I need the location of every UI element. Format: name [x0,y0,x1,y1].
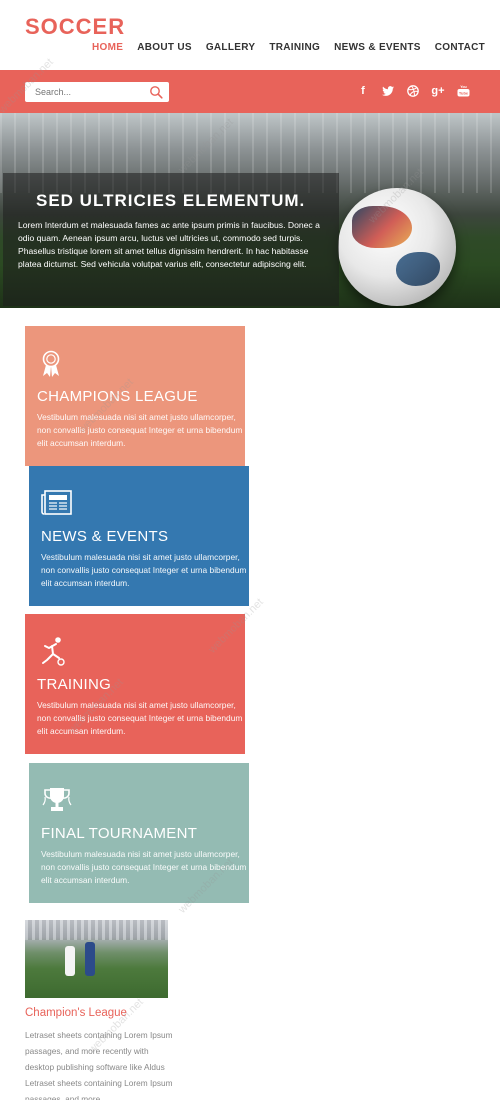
nav-training[interactable]: TRAINING [269,42,320,53]
nav-news-events[interactable]: NEWS & EVENTS [334,42,421,53]
facebook-icon[interactable]: f [356,84,370,98]
nav-about-us[interactable]: ABOUT US [137,42,192,53]
tile-title: FINAL TOURNAMENT [41,825,198,842]
search-icon[interactable] [149,85,163,99]
nav-home[interactable]: HOME [92,42,123,53]
soccer-ball-image [338,188,456,306]
tile-text: Vestibulum malesuada nisi sit amet justo… [41,552,247,588]
crowd-image [25,920,168,940]
tile-title: NEWS & EVENTS [41,528,169,545]
hero-text: Lorem Interdum et malesuada fames ac ant… [18,220,320,269]
google-plus-icon[interactable]: g+ [431,84,445,98]
tile-training[interactable]: TRAINING Vestibulum malesuada nisi sit a… [25,614,245,754]
tile-text: Vestibulum malesuada nisi sit amet justo… [37,700,243,736]
site-logo[interactable]: SOCCER [25,14,125,40]
svg-text:Tube: Tube [458,90,468,95]
tile-title: CHAMPIONS LEAGUE [37,388,198,405]
player-figure [65,946,75,976]
hero-title: SED ULTRICIES ELEMENTUM. [36,191,306,210]
nav-contact[interactable]: CONTACT [435,42,485,53]
article-thumbnail[interactable] [25,920,168,998]
tile-title: TRAINING [37,676,112,693]
player-kick-icon [42,637,65,666]
svg-text:You: You [460,85,467,89]
search-input[interactable] [25,87,145,97]
header: SOCCER HOME ABOUT US GALLERY TRAINING NE… [0,0,500,70]
tile-news-events[interactable]: NEWS & EVENTS Vestibulum malesuada nisi … [29,466,249,606]
article-text: Letraset sheets containing Lorem Ipsum p… [25,1030,173,1100]
main-nav: HOME ABOUT US GALLERY TRAINING NEWS & EV… [92,42,499,53]
search-box [25,82,169,102]
tile-final-tournament[interactable]: FINAL TOURNAMENT Vestibulum malesuada ni… [29,763,249,903]
dribbble-icon[interactable] [406,84,420,98]
newspaper-icon [41,490,72,515]
tile-text: Vestibulum malesuada nisi sit amet justo… [37,412,243,448]
award-ribbon-icon [42,350,60,377]
youtube-icon[interactable]: You Tube [456,84,470,98]
tile-champions-league[interactable]: CHAMPIONS LEAGUE Vestibulum malesuada ni… [25,326,245,466]
player-figure [85,942,95,976]
nav-gallery[interactable]: GALLERY [206,42,256,53]
twitter-icon[interactable] [381,84,395,98]
social-links: f g+ You Tube [356,84,470,98]
tile-text: Vestibulum malesuada nisi sit amet justo… [41,849,247,885]
search-strip: f g+ YouTube [0,70,500,113]
trophy-icon [42,788,72,811]
article-title[interactable]: Champion's League [25,1007,127,1019]
